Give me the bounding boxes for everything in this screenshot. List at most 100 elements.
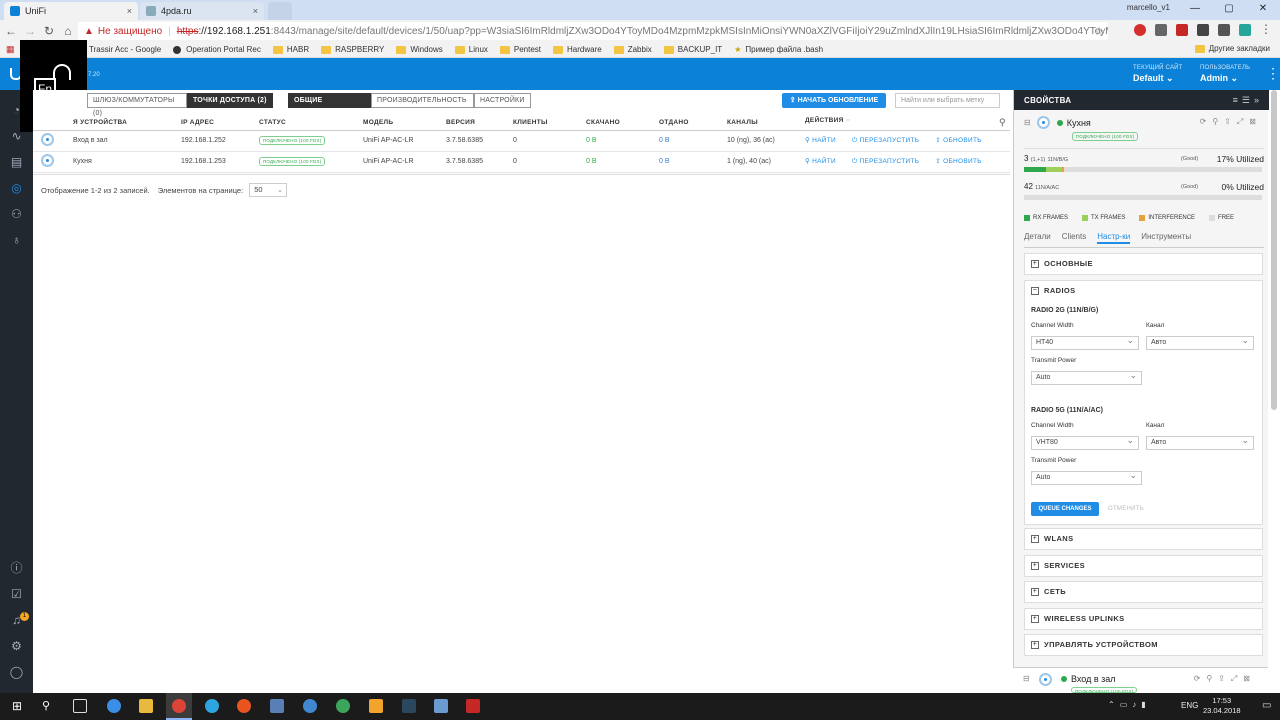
section-network[interactable]: + СЕТЬ — [1024, 581, 1263, 603]
list-icon[interactable]: ≡ — [1233, 95, 1242, 105]
steam-icon[interactable] — [402, 699, 416, 713]
settings-icon[interactable]: ⚙ — [8, 638, 25, 655]
upgrade-button[interactable]: ⇪ ОБНОВИТЬ — [935, 158, 982, 165]
tab-gateways-switches[interactable]: ШЛЮЗ/КОММУТАТОРЫ (0) — [87, 93, 187, 117]
bookmark-folder[interactable]: Hardware — [553, 45, 602, 54]
col-status[interactable]: СТАТУС — [259, 116, 363, 131]
locate-icon[interactable]: ⚲ — [1212, 117, 1224, 126]
cancel-button[interactable]: ОТМЕНИТЬ — [1108, 502, 1144, 516]
search-input[interactable]: Найти или выбрать метку — [895, 93, 1000, 108]
maximize-button[interactable]: ▢ — [1212, 0, 1246, 20]
new-tab-button[interactable] — [268, 2, 292, 20]
locate-button[interactable]: ⚲ НАЙТИ — [805, 158, 836, 165]
extension-icon[interactable] — [1155, 24, 1167, 36]
locate-icon[interactable]: ⚲ — [1206, 674, 1218, 683]
section-wlans[interactable]: + WLANS — [1024, 528, 1263, 550]
table-row[interactable]: Кухня 192.168.1.253 ПОДКЛЮЧЕНО (100 FDX)… — [33, 151, 1010, 173]
view-settings[interactable]: НАСТРОЙКИ — [474, 93, 531, 108]
tab-unifi[interactable]: UniFi × — [4, 2, 138, 20]
close-window-button[interactable]: ✕ — [1246, 0, 1280, 20]
glasses-icon[interactable] — [1197, 24, 1209, 36]
upgrade-icon[interactable]: ⇪ — [1224, 117, 1237, 126]
filezilla-icon[interactable] — [466, 699, 480, 713]
radio-5g-width-select[interactable]: VHT80 — [1031, 434, 1139, 450]
section-wireless-uplinks[interactable]: + WIRELESS UPLINKS — [1024, 608, 1263, 630]
col-version[interactable]: ВЕРСИЯ — [446, 116, 513, 131]
back-icon[interactable]: ← — [3, 24, 19, 38]
close-tab-icon[interactable]: × — [253, 6, 258, 16]
start-upgrade-button[interactable]: ⇪ НАЧАТЬ ОБНОВЛЕНИЕ — [782, 93, 886, 108]
restart-icon[interactable]: ⟳ — [1194, 674, 1207, 683]
view-performance[interactable]: ПРОИЗВОДИТЕЛЬНОСТЬ — [371, 93, 474, 108]
close-icon[interactable]: ⊠ — [1249, 117, 1262, 126]
col-clients[interactable]: КЛИЕНТЫ — [513, 116, 586, 131]
telegram-icon[interactable] — [205, 699, 219, 713]
upgrade-icon[interactable]: ⇪ — [1218, 674, 1231, 683]
radio-2g-channel-select[interactable]: Авто — [1146, 334, 1254, 350]
ubuntu-icon[interactable] — [237, 699, 251, 713]
app-icon[interactable] — [303, 699, 317, 713]
apps-icon[interactable]: ▦ — [6, 44, 15, 55]
app-menu-icon[interactable]: ⋮ — [1266, 66, 1280, 80]
col-ip[interactable]: IP АДРЕС — [181, 116, 259, 131]
collapse-panel-icon[interactable]: » — [1254, 95, 1263, 105]
opera-icon[interactable] — [1134, 24, 1146, 36]
device-card-2[interactable]: ⊟ Вход в зал ПОДКЛЮЧЕНО (100 FDX) ⟳⚲⇪⤢⊠ — [1013, 667, 1268, 693]
panel-scrollbar[interactable] — [1271, 90, 1277, 410]
device-name[interactable]: Кухня — [73, 151, 181, 173]
locate-button[interactable]: ⚲ НАЙТИ — [805, 137, 836, 144]
tab-tools[interactable]: Инструменты — [1141, 232, 1191, 244]
profile-badge[interactable]: marcello_v1 — [1127, 3, 1170, 12]
bookmark-item[interactable]: Trassir Acc - Google — [76, 45, 161, 54]
restart-icon[interactable]: ⟳ — [1200, 117, 1213, 126]
menu-icon[interactable]: ☰ — [1242, 95, 1254, 105]
file-explorer-icon[interactable] — [139, 699, 153, 713]
app-icon[interactable] — [336, 699, 350, 713]
bookmark-folder[interactable]: Windows — [396, 45, 443, 54]
section-manage-device[interactable]: + УПРАВЛЯТЬ УСТРОЙСТВОМ — [1024, 634, 1263, 656]
remote-desktop-icon[interactable] — [270, 699, 284, 713]
notifications-icon[interactable]: ▭ — [1262, 700, 1271, 711]
forward-icon[interactable]: → — [22, 24, 38, 38]
warning-icon[interactable]: ▲ — [84, 26, 94, 37]
user-menu[interactable]: ПОЛЬЗОВАТЕЛЬ Admin ⌄ — [1200, 65, 1250, 84]
col-model[interactable]: МОДЕЛЬ — [363, 116, 446, 131]
radio-2g-power-select[interactable]: Auto — [1031, 369, 1142, 385]
bookmark-folder[interactable]: Pentest — [499, 45, 541, 54]
col-name[interactable]: Я УСТРОЙСТВА — [73, 116, 181, 131]
map-icon[interactable]: ▤ — [8, 154, 25, 171]
view-overview[interactable]: ОБЩИЕ СВЕДЕНИЯ — [288, 93, 371, 117]
tab-access-points[interactable]: ТОЧКИ ДОСТУПА (2) — [187, 93, 273, 108]
restart-button[interactable]: ⏻ ПЕРЕЗАПУСТИТЬ — [852, 158, 919, 165]
tasks-icon[interactable]: ☑ — [8, 586, 25, 603]
queue-changes-button[interactable]: QUEUE CHANGES — [1031, 502, 1099, 516]
close-tab-icon[interactable]: × — [127, 6, 132, 16]
minimize-button[interactable]: — — [1178, 0, 1212, 20]
close-icon[interactable]: ⊠ — [1243, 674, 1256, 683]
table-row[interactable]: Вход в зал 192.168.1.252 ПОДКЛЮЧЕНО (100… — [33, 130, 1010, 152]
collapse-icon[interactable]: ⊟ — [1023, 674, 1030, 683]
radio-5g-power-select[interactable]: Auto — [1031, 469, 1142, 485]
bookmark-folder[interactable]: HABR — [272, 45, 309, 54]
chrome-menu-icon[interactable]: ⋮ — [1260, 23, 1272, 36]
windows-start-icon[interactable]: ⊞ — [12, 699, 26, 713]
reload-icon[interactable]: ↻ — [41, 24, 57, 38]
more-columns-icon[interactable]: ◦◦ — [846, 117, 851, 124]
bookmark-folder[interactable]: Linux — [454, 45, 488, 54]
search-icon[interactable]: ⚲ — [999, 117, 1006, 128]
insights-icon[interactable]: ♁ — [8, 232, 25, 249]
bookmark-item[interactable]: Operation Portal Rec — [173, 45, 261, 54]
extension-icon[interactable] — [1218, 24, 1230, 36]
collapse-icon[interactable]: ⊟ — [1024, 118, 1031, 127]
app-icon[interactable] — [107, 699, 121, 713]
extension-icon[interactable] — [1176, 24, 1188, 36]
language-indicator[interactable]: ENG — [1181, 701, 1198, 710]
col-upload[interactable]: ОТДАНО — [659, 116, 727, 131]
bookmark-folder[interactable]: BACKUP_IT — [663, 45, 722, 54]
radio-2g-width-select[interactable]: HT40 — [1031, 334, 1139, 350]
app-icon[interactable] — [369, 699, 383, 713]
app-icon[interactable] — [434, 699, 448, 713]
section-general[interactable]: + ОСНОВНЫЕ — [1024, 253, 1263, 275]
device-name[interactable]: Вход в зал — [73, 130, 181, 152]
restart-button[interactable]: ⏻ ПЕРЕЗАПУСТИТЬ — [852, 137, 919, 144]
